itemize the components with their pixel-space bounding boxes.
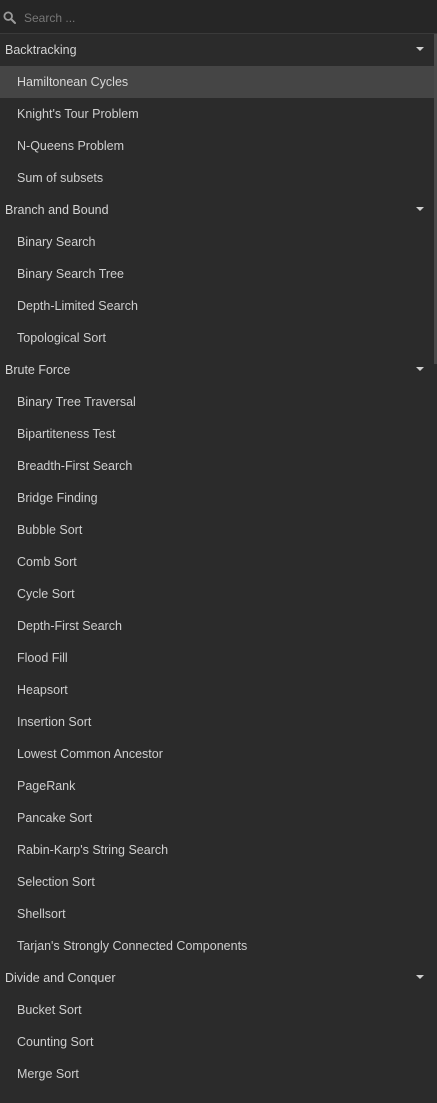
algorithm-item[interactable]: Bucket Sort xyxy=(0,994,437,1026)
algorithm-item[interactable]: Bubble Sort xyxy=(0,514,437,546)
algorithm-item[interactable]: Hamiltonean Cycles xyxy=(0,66,437,98)
algorithm-item[interactable]: PageRank xyxy=(0,770,437,802)
algorithm-item[interactable]: Depth-Limited Search xyxy=(0,290,437,322)
category-title: Branch and Bound xyxy=(5,203,109,217)
category-title: Divide and Conquer xyxy=(5,971,116,985)
algorithm-item[interactable]: Merge Sort xyxy=(0,1058,437,1090)
algorithm-item[interactable]: Selection Sort xyxy=(0,866,437,898)
algorithm-item[interactable]: Topological Sort xyxy=(0,322,437,354)
caret-down-icon[interactable] xyxy=(416,207,424,211)
category-header[interactable]: Divide and Conquer xyxy=(0,962,437,994)
algorithm-sidebar: Backtracking Hamiltonean CyclesKnight's T… xyxy=(0,0,437,1103)
category-header[interactable]: Backtracking xyxy=(0,34,437,66)
algorithm-item[interactable]: Insertion Sort xyxy=(0,706,437,738)
algorithm-item[interactable]: Comb Sort xyxy=(0,546,437,578)
category-header[interactable]: Branch and Bound xyxy=(0,194,437,226)
algorithm-item[interactable]: Knight's Tour Problem xyxy=(0,98,437,130)
category-title: Brute Force xyxy=(5,363,71,377)
category-title: Backtracking xyxy=(5,43,77,57)
algorithm-item[interactable]: N-Queens Problem xyxy=(0,130,437,162)
category-list: Backtracking Hamiltonean Cycles Knight's T… xyxy=(0,34,437,1090)
algorithm-item[interactable]: Binary Search xyxy=(0,226,437,258)
caret-down-icon[interactable] xyxy=(416,367,424,371)
algorithm-item[interactable]: Bipartiteness Test xyxy=(0,418,437,450)
algorithm-item[interactable]: Tarjan's Strongly Connected Components xyxy=(0,930,437,962)
search-input[interactable] xyxy=(22,7,426,29)
category-section: Divide and Conquer Bucket Sort Counting So… xyxy=(0,962,437,1090)
caret-down-icon[interactable] xyxy=(416,47,424,51)
category-section: Branch and Bound Binary Search Binary Sear… xyxy=(0,194,437,354)
category-section: Backtracking Hamiltonean Cycles Knight's T… xyxy=(0,34,437,194)
algorithm-item[interactable]: Heapsort xyxy=(0,674,437,706)
algorithm-item[interactable]: Lowest Common Ancestor xyxy=(0,738,437,770)
search-icon xyxy=(3,11,16,24)
algorithm-item[interactable]: Flood Fill xyxy=(0,642,437,674)
algorithm-item[interactable]: Counting Sort xyxy=(0,1026,437,1058)
algorithm-item[interactable]: Cycle Sort xyxy=(0,578,437,610)
caret-down-icon[interactable] xyxy=(416,975,424,979)
category-section: Brute Force Binary Tree Traversal Bipartit… xyxy=(0,354,437,962)
algorithm-item[interactable]: Bridge Finding xyxy=(0,482,437,514)
category-header[interactable]: Brute Force xyxy=(0,354,437,386)
search-bar xyxy=(0,0,437,34)
algorithm-item[interactable]: Depth-First Search xyxy=(0,610,437,642)
algorithm-item[interactable]: Shellsort xyxy=(0,898,437,930)
algorithm-item[interactable]: Binary Search Tree xyxy=(0,258,437,290)
algorithm-item[interactable]: Pancake Sort xyxy=(0,802,437,834)
algorithm-item[interactable]: Breadth-First Search xyxy=(0,450,437,482)
algorithm-item[interactable]: Sum of subsets xyxy=(0,162,437,194)
algorithm-item[interactable]: Rabin-Karp's String Search xyxy=(0,834,437,866)
algorithm-item[interactable]: Binary Tree Traversal xyxy=(0,386,437,418)
